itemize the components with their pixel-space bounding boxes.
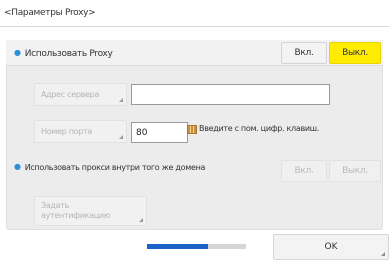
server-address-input[interactable]: [131, 84, 330, 105]
corner-arrow-icon: [381, 252, 385, 256]
same-domain-label: ● Использовать прокси внутри того же доме…: [14, 162, 205, 172]
corner-arrow-icon: [119, 98, 123, 102]
port-hint-text: Введите с пом. цифр. клавиш.: [199, 124, 320, 133]
same-domain-off-button[interactable]: Выкл.: [329, 160, 381, 182]
port-number-label: Номер порта: [41, 127, 92, 136]
bullet-icon: ●: [14, 162, 21, 171]
use-proxy-label-text: Использовать Proxy: [24, 49, 113, 59]
corner-arrow-icon: [139, 218, 143, 222]
keypad-icon: [187, 125, 197, 134]
use-proxy-off-button[interactable]: Выкл.: [329, 42, 381, 64]
same-domain-on-button[interactable]: Вкл.: [281, 160, 327, 182]
port-hint: Введите с пом. цифр. клавиш.: [187, 124, 339, 134]
bullet-icon: ●: [14, 48, 21, 57]
title-divider: [0, 26, 389, 27]
same-domain-label-text: Использовать прокси внутри того же домен…: [24, 163, 206, 172]
server-address-button[interactable]: Адрес сервера: [34, 83, 127, 106]
progress-fill: [147, 244, 209, 249]
ok-label: OK: [324, 242, 338, 252]
port-number-input[interactable]: 80: [131, 122, 188, 143]
server-address-label: Адрес сервера: [41, 90, 100, 99]
progress-bar: [147, 244, 246, 249]
set-authentication-button[interactable]: Задать аутентификацию: [34, 196, 147, 226]
set-authentication-label: Задать аутентификацию: [41, 201, 111, 220]
page-title: <Параметры Proxy>: [4, 8, 96, 18]
use-proxy-on-button[interactable]: Вкл.: [281, 42, 327, 64]
port-number-button[interactable]: Номер порта: [34, 120, 127, 143]
ok-button[interactable]: OK: [273, 234, 389, 260]
use-proxy-label: ● Использовать Proxy: [14, 48, 113, 59]
corner-arrow-icon: [119, 135, 123, 139]
